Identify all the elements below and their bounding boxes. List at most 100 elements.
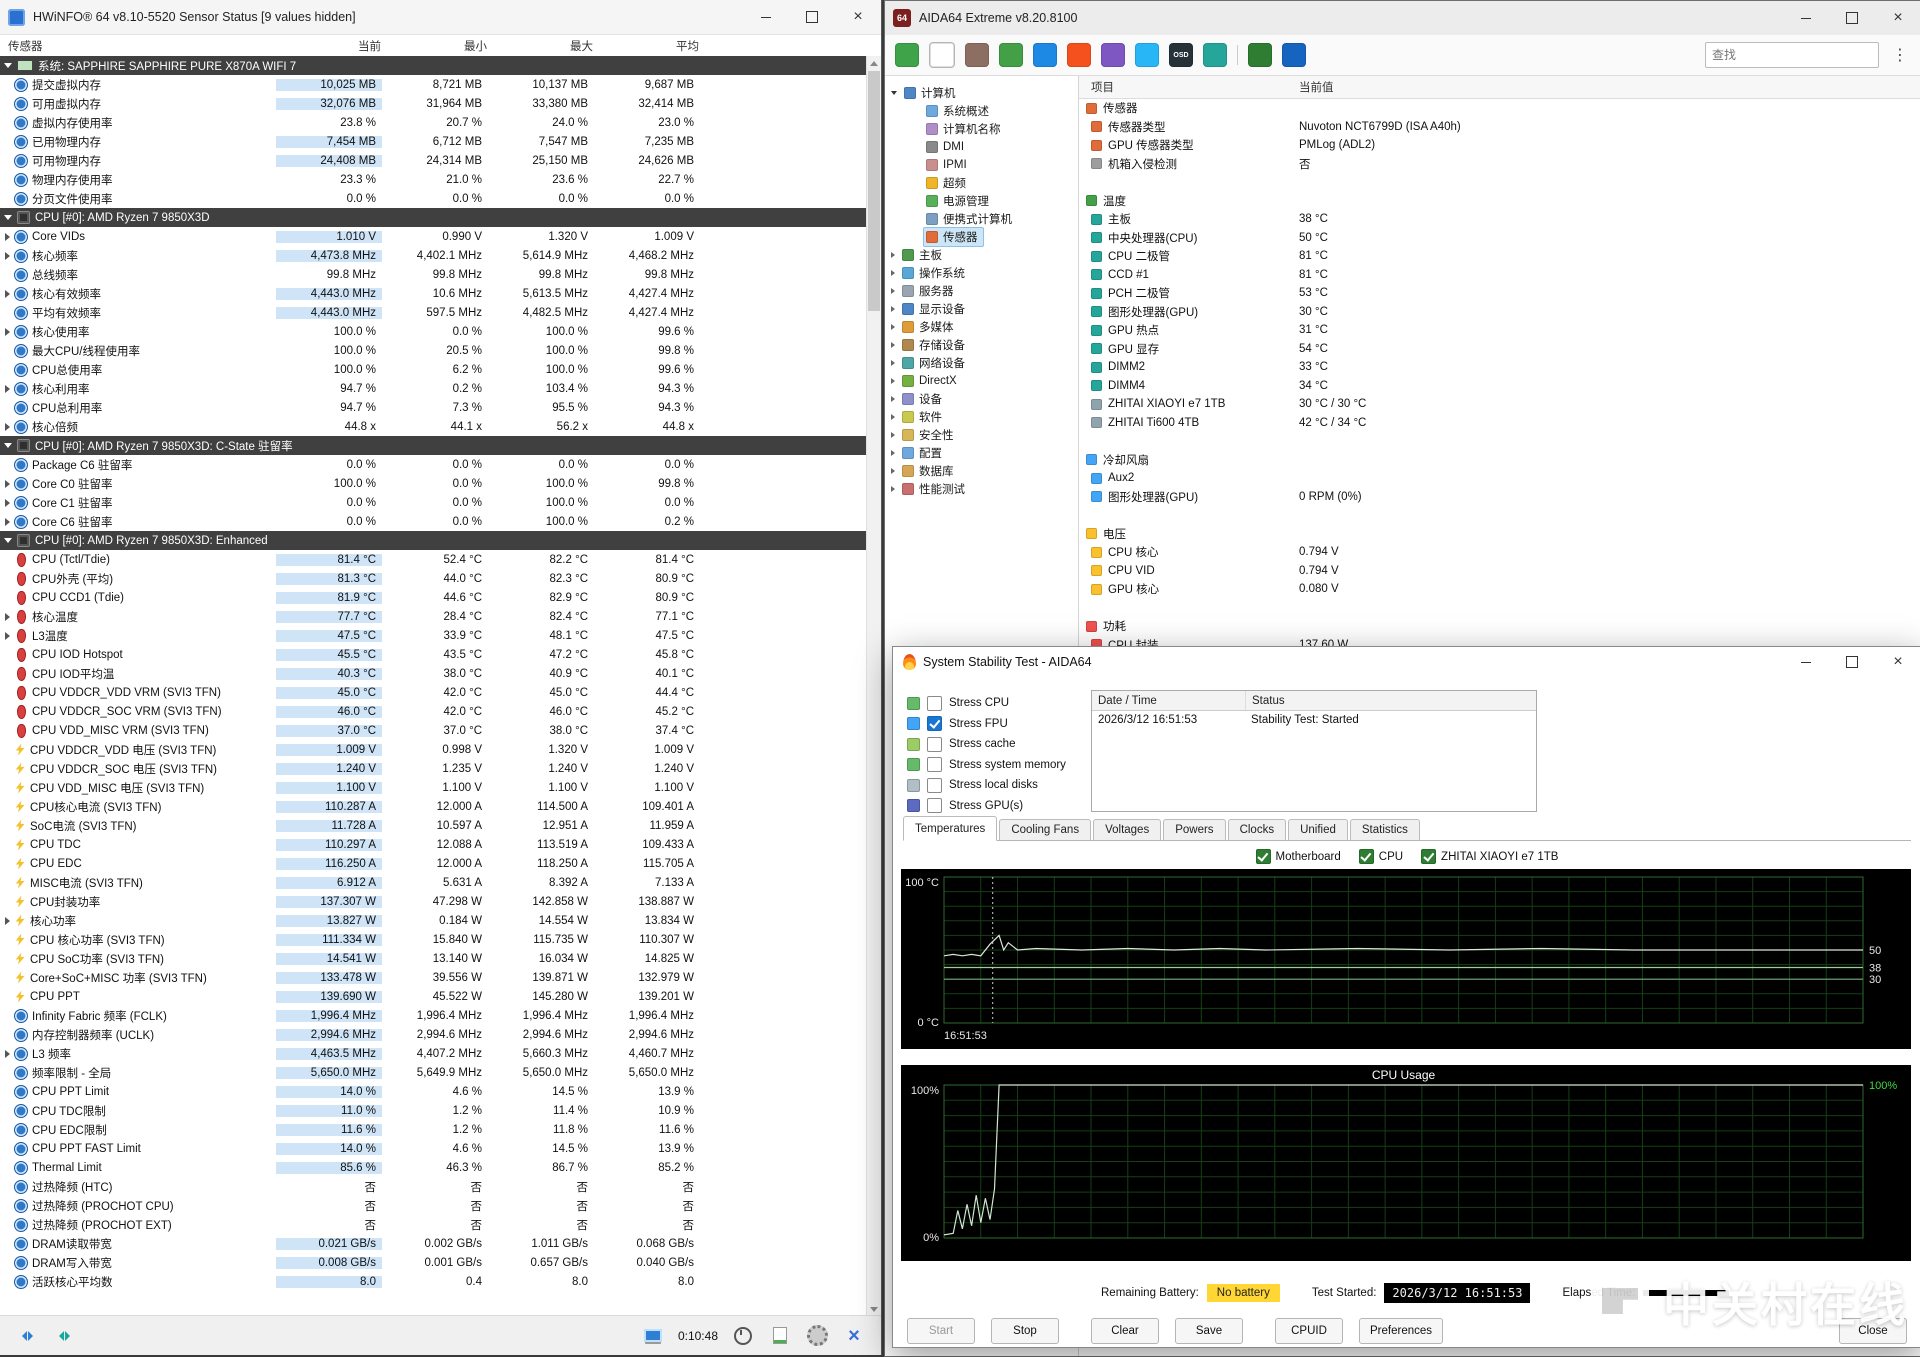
legend-motherboard[interactable]: Motherboard (1255, 849, 1341, 864)
sensor-row[interactable]: CPU VDDCR_VDD 电压 (SVI3 TFN) 1.009 V 0.998 … (0, 740, 867, 759)
scroll-down-arrow[interactable] (867, 1302, 881, 1316)
panel-row[interactable]: CPU 二极管 81 °C (1079, 247, 1920, 266)
sidebar-item-software[interactable]: 软件 (885, 408, 1078, 426)
quit-icon[interactable]: × (842, 1324, 866, 1348)
close-button[interactable]: × (1875, 1, 1920, 35)
column-current[interactable]: 当前 (281, 38, 387, 54)
checkbox[interactable] (1255, 849, 1271, 864)
column-min[interactable]: 最小 (387, 38, 493, 54)
sensor-row[interactable]: 内存控制器频率 (UCLK) 2,994.6 MHz 2,994.6 MHz 2,99… (0, 1025, 867, 1044)
log-column-header[interactable]: Status (1246, 691, 1536, 710)
sidebar-item-config[interactable]: 配置 (885, 444, 1078, 462)
sensor-row[interactable]: 虚拟内存使用率 23.8 % 20.7 % 24.0 % 23.0 % (0, 113, 867, 132)
sensor-row[interactable]: CPU (Tctl/Tdie) 81.4 °C 52.4 °C 82.2 °C 81.4… (0, 550, 867, 569)
sensor-row[interactable]: CPU PPT FAST Limit 14.0 % 4.6 % 14.5 % 13.9 … (0, 1139, 867, 1158)
sensor-row[interactable]: MISC电流 (SVI3 TFN) 6.912 A 5.631 A 8.392 A 7.… (0, 873, 867, 892)
tab-statistics[interactable]: Statistics (1349, 819, 1420, 840)
tab-voltages[interactable]: Voltages (1093, 819, 1162, 840)
activity-monitor-icon[interactable] (641, 1324, 665, 1348)
sensor-row[interactable]: CPU VDDCR_VDD VRM (SVI3 TFN) 45.0 °C 42.0 … (0, 683, 867, 702)
report-icon[interactable] (929, 42, 955, 68)
checkbox[interactable] (927, 777, 942, 793)
sensor-row[interactable]: 可用虚拟内存 32,076 MB 31,964 MB 33,380 MB 32,414 … (0, 94, 867, 113)
cpuid-button[interactable]: CPUID (1275, 1318, 1343, 1344)
scrollbar-thumb[interactable] (868, 71, 880, 311)
sensor-row[interactable]: 过热降频 (PROCHOT CPU) 否 否 否 否 (0, 1196, 867, 1215)
refresh-icon[interactable] (895, 43, 919, 67)
sensor-row[interactable]: Core+SoC+MISC 功率 (SVI3 TFN) 133.478 W 39.5… (0, 968, 867, 987)
sensor-row[interactable]: SoC电流 (SVI3 TFN) 11.728 A 10.597 A 12.951 A… (0, 816, 867, 835)
column-max[interactable]: 最大 (493, 38, 599, 54)
sensor-row[interactable]: CPU封装功率 137.307 W 47.298 W 142.858 W 138.887… (0, 892, 867, 911)
sensor-row[interactable]: CPU VDDCR_SOC 电压 (SVI3 TFN) 1.240 V 1.235 … (0, 759, 867, 778)
minimize-button[interactable] (1783, 647, 1829, 677)
sidebar-item-multimedia[interactable]: 多媒体 (885, 318, 1078, 336)
bars-icon[interactable] (999, 43, 1023, 67)
panel-group-row[interactable]: 冷却风扇 (1079, 451, 1920, 470)
panel-group-row[interactable]: 温度 (1079, 192, 1920, 211)
sidebar-item-server[interactable]: 服务器 (885, 282, 1078, 300)
sensor-row[interactable]: CPU VDD_MISC VRM (SVI3 TFN) 37.0 °C 37.0 °… (0, 721, 867, 740)
sensor-section-header[interactable]: 系统: SAPPHIRE SAPPHIRE PURE X870A WIFI 7 (0, 56, 867, 75)
panel-row[interactable]: CPU VID 0.794 V (1079, 562, 1920, 581)
sensor-row[interactable]: 活跃核心平均数 8.0 0.4 8.0 8.0 (0, 1272, 867, 1291)
sensor-row[interactable]: L3 频率 4,463.5 MHz 4,407.2 MHz 5,660.3 MHz 4,… (0, 1044, 867, 1063)
download-icon[interactable] (1248, 43, 1272, 67)
tab-powers[interactable]: Powers (1163, 819, 1226, 840)
sidebar-item-motherboard[interactable]: 主板 (885, 246, 1078, 264)
sensor-row[interactable]: CPU TDC 110.297 A 12.088 A 113.519 A 109.433… (0, 835, 867, 854)
sensor-row[interactable]: Thermal Limit 85.6 % 46.3 % 86.7 % 85.2 % (0, 1158, 867, 1177)
sidebar-item-storage[interactable]: 存储设备 (885, 336, 1078, 354)
sensor-row[interactable]: CPU EDC限制 11.6 % 1.2 % 11.8 % 11.6 % (0, 1120, 867, 1139)
sensor-row[interactable]: 平均有效频率 4,443.0 MHz 597.5 MHz 4,482.5 MHz 4,4… (0, 303, 867, 322)
checkbox[interactable] (927, 716, 942, 732)
sensor-row[interactable]: CPU IOD Hotspot 45.5 °C 43.5 °C 47.2 °C 45.8… (0, 645, 867, 664)
sidebar-item-display[interactable]: 显示设备 (885, 300, 1078, 318)
sidebar-item-overview[interactable]: 系统概述 (885, 102, 1078, 120)
sensor-row[interactable]: Core C1 驻留率 0.0 % 0.0 % 100.0 % 0.0 % (0, 493, 867, 512)
sidebar-item-network[interactable]: 网络设备 (885, 354, 1078, 372)
sensor-row[interactable]: 总线频率 99.8 MHz 99.8 MHz 99.8 MHz 99.8 MHz (0, 265, 867, 284)
sync-icon[interactable] (52, 1324, 76, 1348)
sensor-row[interactable]: L3温度 47.5 °C 33.9 °C 48.1 °C 47.5 °C (0, 626, 867, 645)
minimize-button[interactable] (743, 0, 789, 34)
sidebar-item-name[interactable]: 计算机名称 (885, 120, 1078, 138)
log-row[interactable]: 2026/3/12 16:51:53 Stability Test: Starte… (1092, 711, 1536, 729)
sensor-section-header[interactable]: CPU [#0]: AMD Ryzen 7 9850X3D: C-State 驻… (0, 436, 867, 455)
sidebar-item-security[interactable]: 安全性 (885, 426, 1078, 444)
column-value[interactable]: 当前值 (1299, 79, 1920, 95)
sensor-row[interactable]: CPU总利用率 94.7 % 7.3 % 95.5 % 94.3 % (0, 398, 867, 417)
log-column-header[interactable]: Date / Time (1092, 691, 1246, 710)
sidebar-item-computer[interactable]: 计算机 (885, 84, 1078, 102)
sensor-row[interactable]: CPU总使用率 100.0 % 6.2 % 100.0 % 99.6 % (0, 360, 867, 379)
sensor-row[interactable]: 核心利用率 94.7 % 0.2 % 103.4 % 94.3 % (0, 379, 867, 398)
panel-row[interactable]: 主板 38 °C (1079, 210, 1920, 229)
sensor-row[interactable]: 核心有效频率 4,443.0 MHz 10.6 MHz 5,613.5 MHz 4,42… (0, 284, 867, 303)
sensor-row[interactable]: Core VIDs 1.010 V 0.990 V 1.320 V 1.009 V (0, 227, 867, 246)
sensor-row[interactable]: Core C6 驻留率 0.0 % 0.0 % 100.0 % 0.2 % (0, 512, 867, 531)
scroll-up-arrow[interactable] (867, 56, 881, 70)
panel-group-row[interactable]: 电压 (1079, 525, 1920, 544)
panel-row[interactable]: ZHITAI Ti600 4TB 42 °C / 34 °C (1079, 414, 1920, 433)
close-button[interactable]: × (835, 0, 881, 34)
sensor-row[interactable]: 过热降频 (PROCHOT EXT) 否 否 否 否 (0, 1215, 867, 1234)
checkbox[interactable] (1358, 849, 1374, 864)
sensor-row[interactable]: CPU核心电流 (SVI3 TFN) 110.287 A 12.000 A 114.5… (0, 797, 867, 816)
sidebar-item-benchmark[interactable]: 性能测试 (885, 480, 1078, 498)
display-icon[interactable] (1033, 43, 1057, 67)
sensor-row[interactable]: Package C6 驻留率 0.0 % 0.0 % 0.0 % 0.0 % (0, 455, 867, 474)
tab-temperatures[interactable]: Temperatures (903, 816, 998, 841)
maximize-button[interactable] (1829, 647, 1875, 677)
flame-icon[interactable] (1067, 43, 1091, 67)
sidebar-item-sensor[interactable]: 传感器 (885, 227, 1078, 247)
sensor-row[interactable]: CPU PPT Limit 14.0 % 4.6 % 14.5 % 13.9 % (0, 1082, 867, 1101)
panel-row[interactable]: GPU 传感器类型 PMLog (ADL2) (1079, 136, 1920, 155)
sidebar-item-database[interactable]: 数据库 (885, 462, 1078, 480)
sidebar-item-os[interactable]: 操作系统 (885, 264, 1078, 282)
sensor-row[interactable]: 频率限制 - 全局 5,650.0 MHz 5,649.9 MHz 5,650.0 M… (0, 1063, 867, 1082)
video-icon[interactable] (965, 43, 989, 67)
sensor-row[interactable]: 过热降频 (HTC) 否 否 否 否 (0, 1177, 867, 1196)
panel-row[interactable]: GPU 热点 31 °C (1079, 321, 1920, 340)
legend-cpu[interactable]: CPU (1358, 849, 1403, 864)
stop-button[interactable]: Stop (991, 1318, 1059, 1344)
